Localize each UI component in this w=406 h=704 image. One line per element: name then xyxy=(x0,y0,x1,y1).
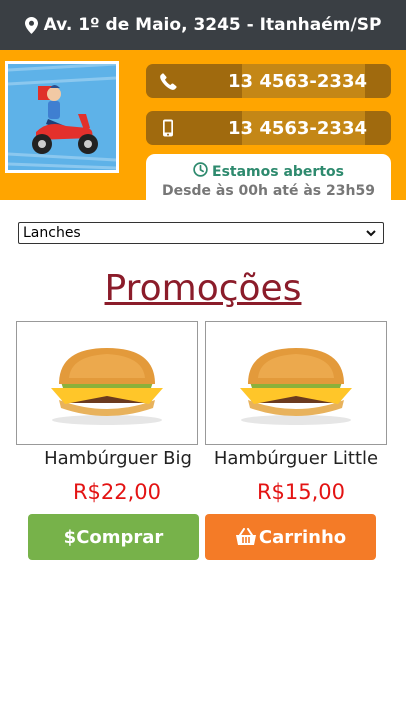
phone-number: 13 4563-2334 xyxy=(228,70,367,92)
category-select-value: Lanches xyxy=(23,225,81,241)
chevron-down-icon xyxy=(365,227,377,243)
category-select[interactable]: Lanches xyxy=(18,222,384,244)
basket-icon xyxy=(235,528,257,546)
mobile-number: 13 4563-2334 xyxy=(228,117,367,139)
product-image-little[interactable] xyxy=(205,321,387,445)
section-title: Promoções xyxy=(104,268,302,309)
cart-button-label: Carrinho xyxy=(258,526,347,548)
phone-contact[interactable]: 13 4563-2334 xyxy=(146,64,391,98)
product-price: R$15,00 xyxy=(256,480,346,504)
hours-range: Desde às 00h até às 23h59 xyxy=(162,183,375,199)
opening-hours: Estamos abertos Desde às 00h até às 23h5… xyxy=(146,154,391,202)
product-image-big[interactable] xyxy=(16,321,198,445)
buy-button[interactable]: $Comprar xyxy=(28,514,199,560)
cart-button[interactable]: Carrinho xyxy=(205,514,376,560)
mobile-icon xyxy=(158,118,178,138)
product-price: R$22,00 xyxy=(72,480,162,504)
address-bar: Av. 1º de Maio, 3245 - Itanhaém/SP xyxy=(0,0,406,50)
product-name: Hambúrguer Big xyxy=(44,448,192,469)
open-status: Estamos abertos xyxy=(212,163,344,180)
product-name: Hambúrguer Little xyxy=(213,448,379,469)
mobile-contact[interactable]: 13 4563-2334 xyxy=(146,111,391,145)
clock-icon xyxy=(193,162,208,181)
map-pin-icon xyxy=(24,16,38,34)
store-logo xyxy=(5,61,119,173)
phone-icon xyxy=(158,71,178,91)
address-text: Av. 1º de Maio, 3245 - Itanhaém/SP xyxy=(43,15,382,35)
